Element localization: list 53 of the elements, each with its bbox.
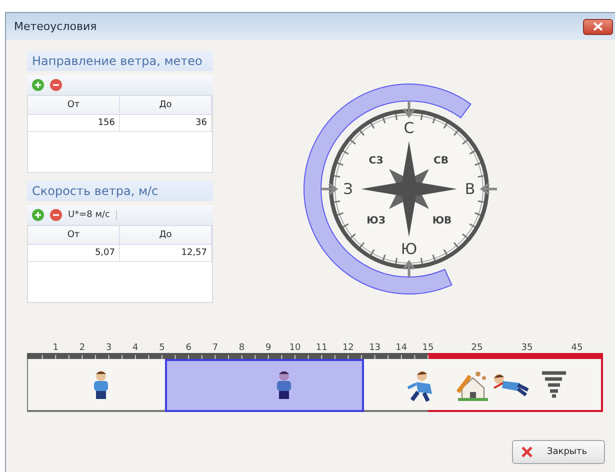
tornado-icon <box>540 370 568 400</box>
scale-label: 14 <box>396 343 408 353</box>
table-cell: 5,07 <box>28 245 120 262</box>
direction-label: ЮВ <box>432 216 452 227</box>
column-header[interactable]: До <box>120 96 212 115</box>
scale-label: 2 <box>79 343 86 353</box>
scale-label: 12 <box>342 343 354 353</box>
close-icon <box>593 22 603 31</box>
column-header[interactable]: От <box>28 226 120 245</box>
scale-label: 1 <box>52 343 58 353</box>
scale-label: 45 <box>571 343 583 353</box>
direction-label: В <box>464 180 476 198</box>
scale-label: 11 <box>316 343 328 353</box>
scale-label: 10 <box>289 343 301 353</box>
pointer-icon <box>480 182 498 196</box>
direction-label: С <box>404 119 414 138</box>
table-cell: 12,57 <box>120 245 212 262</box>
add-icon[interactable] <box>32 209 44 221</box>
scale-label: 4 <box>132 343 138 353</box>
remove-icon[interactable] <box>50 209 62 221</box>
direction-label: З <box>343 180 353 198</box>
close-icon <box>521 446 533 458</box>
table-cell: 156 <box>28 115 120 132</box>
pointer-icon <box>402 260 416 278</box>
close-dialog-button[interactable]: Закрыть <box>512 440 605 464</box>
direction-label: СВ <box>434 156 448 167</box>
direction-label: ЮЗ <box>366 216 386 227</box>
scale-label: 15 <box>422 343 434 353</box>
add-icon[interactable] <box>32 79 44 91</box>
compass-rose-icon <box>361 141 457 237</box>
panel-title: Скорость ветра, м/с <box>27 181 213 201</box>
direction-label: СЗ <box>368 156 384 167</box>
scale-label: 25 <box>471 343 483 353</box>
pointer-icon <box>402 100 416 118</box>
remove-icon[interactable] <box>50 79 62 91</box>
scale-label: 7 <box>212 343 218 353</box>
scale-label: 6 <box>186 343 192 353</box>
threshold-label: U*=8 м/с <box>68 210 117 220</box>
scale-label: 13 <box>369 343 381 353</box>
column-header[interactable]: До <box>120 226 212 245</box>
window-title: Метеоусловия <box>14 20 97 33</box>
scale-label: 8 <box>238 343 245 353</box>
close-button[interactable] <box>583 18 613 34</box>
scale-label: 3 <box>106 343 112 353</box>
scale-label: 9 <box>266 343 272 353</box>
panel-title: Направление ветра, метео <box>27 51 213 71</box>
pointer-icon <box>320 182 338 196</box>
column-header[interactable]: От <box>28 96 120 115</box>
house-icon <box>456 370 490 402</box>
direction-label: Ю <box>400 240 418 258</box>
scale-label: 35 <box>521 343 533 353</box>
scale-label: 5 <box>159 343 165 353</box>
table-cell: 36 <box>120 115 212 132</box>
